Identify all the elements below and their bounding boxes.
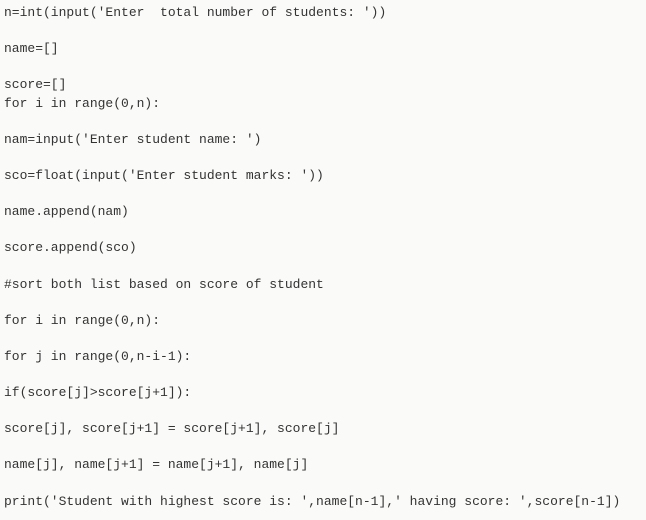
code-line	[4, 438, 642, 456]
code-line	[4, 221, 642, 239]
code-line	[4, 58, 642, 76]
code-line: for i in range(0,n):	[4, 312, 642, 330]
code-line	[4, 366, 642, 384]
code-line	[4, 22, 642, 40]
code-line	[4, 294, 642, 312]
code-line: score=[]	[4, 76, 642, 94]
code-line	[4, 330, 642, 348]
code-line	[4, 149, 642, 167]
code-line: n=int(input('Enter total number of stude…	[4, 4, 642, 22]
code-line: name.append(nam)	[4, 203, 642, 221]
code-line	[4, 402, 642, 420]
code-line	[4, 113, 642, 131]
code-line	[4, 475, 642, 493]
code-line: name[j], name[j+1] = name[j+1], name[j]	[4, 456, 642, 474]
code-line: if(score[j]>score[j+1]):	[4, 384, 642, 402]
code-line: #sort both list based on score of studen…	[4, 276, 642, 294]
code-line: for j in range(0,n-i-1):	[4, 348, 642, 366]
code-line: name=[]	[4, 40, 642, 58]
code-block: n=int(input('Enter total number of stude…	[4, 4, 642, 511]
code-line: score.append(sco)	[4, 239, 642, 257]
code-line: print('Student with highest score is: ',…	[4, 493, 642, 511]
code-line	[4, 185, 642, 203]
code-line: sco=float(input('Enter student marks: ')…	[4, 167, 642, 185]
code-line: score[j], score[j+1] = score[j+1], score…	[4, 420, 642, 438]
code-line: nam=input('Enter student name: ')	[4, 131, 642, 149]
code-line	[4, 258, 642, 276]
code-line: for i in range(0,n):	[4, 95, 642, 113]
